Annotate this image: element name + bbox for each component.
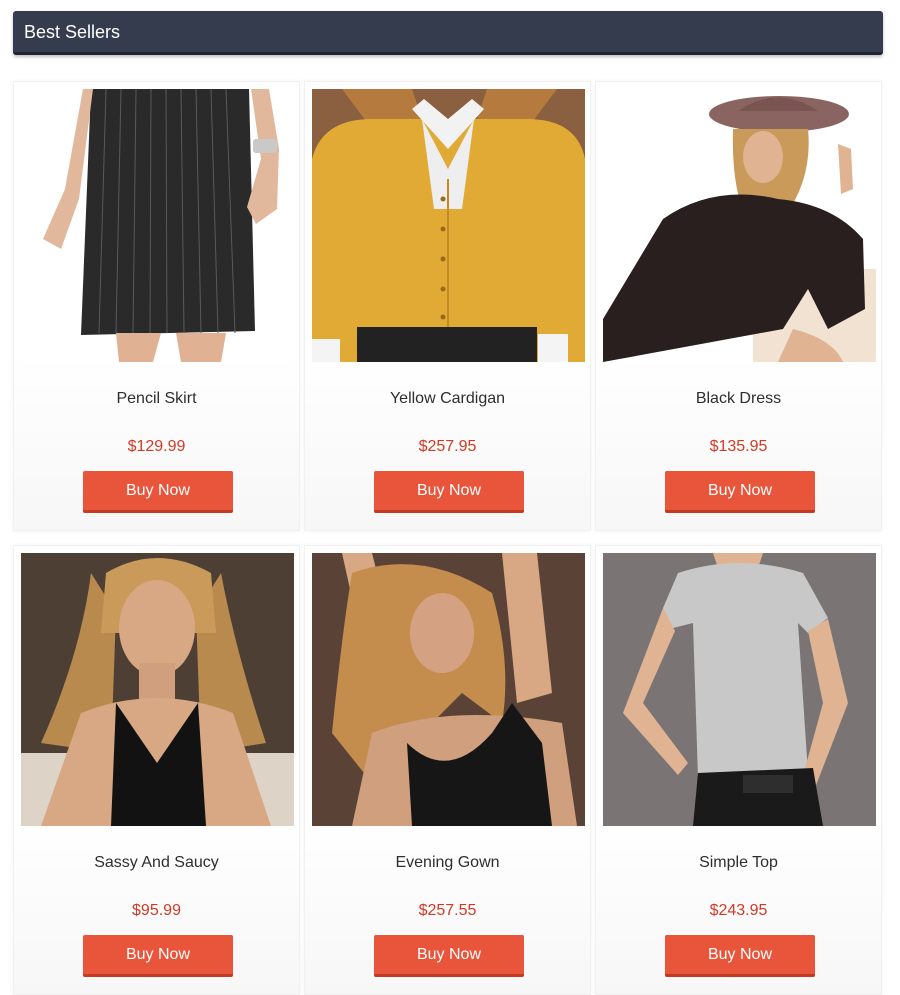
buy-now-button[interactable]: Buy Now <box>83 935 233 977</box>
product-title[interactable]: Pencil Skirt <box>14 390 299 408</box>
buy-now-button[interactable]: Buy Now <box>665 471 815 513</box>
product-title[interactable]: Black Dress <box>596 390 881 408</box>
product-image-yellow-cardigan[interactable] <box>312 89 585 362</box>
product-card: Sassy And Saucy $95.99 Buy Now <box>13 545 300 995</box>
product-price: $257.95 <box>418 438 477 455</box>
buy-now-button[interactable]: Buy Now <box>374 935 524 977</box>
section-title: Best Sellers <box>24 22 121 42</box>
product-image-simple-top[interactable] <box>603 553 876 826</box>
product-card: Pencil Skirt $129.99 Buy Now <box>13 81 300 531</box>
product-title[interactable]: Simple Top <box>596 854 881 872</box>
product-title[interactable]: Sassy And Saucy <box>14 854 299 872</box>
buy-now-button[interactable]: Buy Now <box>83 471 233 513</box>
product-price: $257.55 <box>418 902 477 919</box>
product-title[interactable]: Yellow Cardigan <box>305 390 590 408</box>
product-title[interactable]: Evening Gown <box>305 854 590 872</box>
product-card: Black Dress $135.95 Buy Now <box>595 81 882 531</box>
product-price: $129.99 <box>127 438 186 455</box>
buy-now-button[interactable]: Buy Now <box>665 935 815 977</box>
product-image-pencil-skirt[interactable] <box>21 89 294 362</box>
product-price: $243.95 <box>709 902 768 919</box>
product-image-evening-gown[interactable] <box>312 553 585 826</box>
product-image-black-dress[interactable] <box>603 89 876 362</box>
product-price: $135.95 <box>709 438 768 455</box>
product-card: Simple Top $243.95 Buy Now <box>595 545 882 995</box>
product-card: Evening Gown $257.55 Buy Now <box>304 545 591 995</box>
buy-now-button[interactable]: Buy Now <box>374 471 524 513</box>
product-card: Yellow Cardigan $257.95 Buy Now <box>304 81 591 531</box>
product-price: $95.99 <box>132 902 181 919</box>
product-image-sassy-and-saucy[interactable] <box>21 553 294 826</box>
section-header: Best Sellers <box>13 11 883 55</box>
